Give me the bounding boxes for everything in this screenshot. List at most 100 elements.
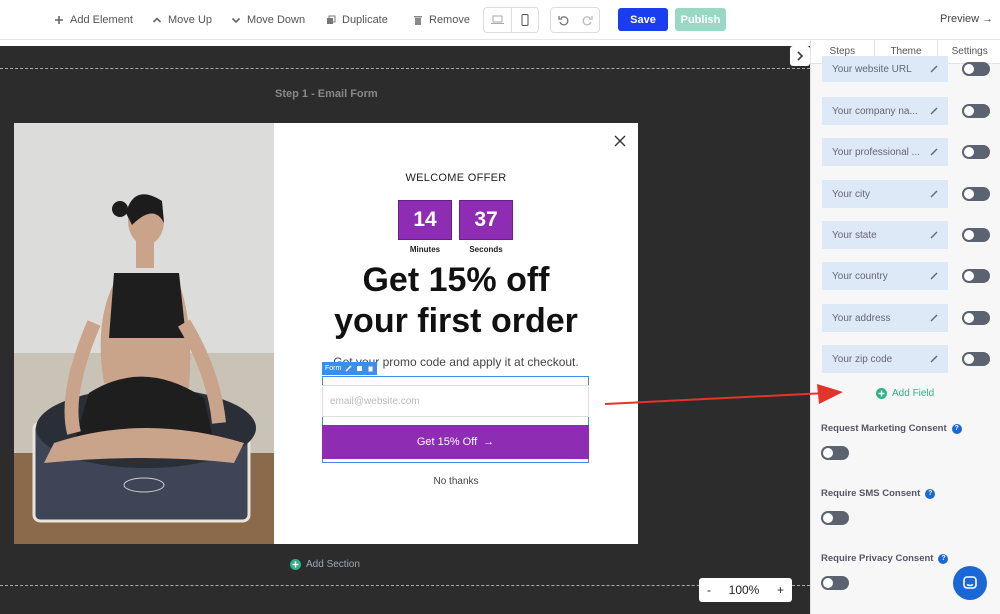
field-toggle[interactable] <box>962 187 990 201</box>
add-section-button[interactable]: Add Section <box>290 559 360 570</box>
pencil-icon[interactable] <box>345 365 352 372</box>
minutes-label: Minutes <box>409 245 441 254</box>
help-icon[interactable]: ? <box>938 553 949 564</box>
zoom-in-button[interactable]: + <box>777 583 784 597</box>
trash-icon[interactable] <box>367 365 374 372</box>
section-divider <box>0 585 810 586</box>
zoom-level: 100% <box>728 583 760 597</box>
move-down-button[interactable]: Move Down <box>231 12 305 28</box>
field-toggle[interactable] <box>962 228 990 242</box>
timer-minutes: 14 <box>398 200 452 240</box>
pencil-icon[interactable] <box>930 107 938 115</box>
email-placeholder: email@website.com <box>330 395 420 407</box>
marketing-consent-toggle[interactable] <box>821 446 849 460</box>
form-tag[interactable]: Form <box>322 362 378 375</box>
field-item[interactable]: Your website URL <box>822 56 948 82</box>
chat-launcher-button[interactable] <box>953 566 987 600</box>
consent-label: Require Privacy Consent <box>821 553 934 564</box>
remove-label: Remove <box>429 14 470 26</box>
plus-circle-icon <box>876 388 887 399</box>
field-item[interactable]: Your state <box>822 221 948 249</box>
seconds-label: Seconds <box>469 245 503 254</box>
get-offer-button[interactable]: Get 15% Off → <box>322 425 589 459</box>
copy-icon[interactable] <box>356 365 363 372</box>
device-toggle <box>483 7 539 33</box>
pencil-icon[interactable] <box>930 65 938 73</box>
sms-consent-label: Require SMS Consent ? <box>821 488 936 499</box>
marketing-consent-label: Request Marketing Consent ? <box>821 423 962 434</box>
field-label: Your company na... <box>832 105 918 117</box>
phone-icon <box>521 14 529 26</box>
headline-line-1: Get 15% off <box>362 261 550 299</box>
field-label: Your state <box>832 229 877 241</box>
laptop-icon <box>490 15 504 24</box>
field-item[interactable]: Your address <box>822 304 948 332</box>
duplicate-button[interactable]: Duplicate <box>326 12 388 28</box>
pencil-icon[interactable] <box>930 355 938 363</box>
redo-icon[interactable] <box>582 15 593 26</box>
consent-label: Require SMS Consent <box>821 488 921 499</box>
remove-button[interactable]: Remove <box>413 12 470 28</box>
duplicate-label: Duplicate <box>342 14 388 26</box>
help-icon[interactable]: ? <box>951 423 962 434</box>
chevron-right-icon <box>797 51 804 61</box>
save-button[interactable]: Save <box>618 8 668 31</box>
add-field-button[interactable]: Add Field <box>876 388 934 399</box>
field-toggle[interactable] <box>962 145 990 159</box>
zoom-out-button[interactable]: - <box>707 583 711 597</box>
collapse-panel-button[interactable] <box>790 46 810 66</box>
field-item[interactable]: Your city <box>822 180 948 208</box>
pencil-icon[interactable] <box>930 190 938 198</box>
field-toggle[interactable] <box>962 104 990 118</box>
field-label: Your zip code <box>832 353 893 365</box>
add-element-label: Add Element <box>70 14 133 26</box>
trash-icon <box>414 16 422 25</box>
move-up-label: Move Up <box>168 14 213 26</box>
plus-icon <box>55 16 63 24</box>
zoom-control: - 100% + <box>699 578 792 602</box>
field-item[interactable]: Your professional ... <box>822 138 948 166</box>
close-icon[interactable] <box>613 134 627 148</box>
pencil-icon[interactable] <box>930 231 938 239</box>
move-down-label: Move Down <box>247 14 306 26</box>
consent-label: Request Marketing Consent <box>821 423 947 434</box>
add-field-label: Add Field <box>892 388 935 399</box>
add-section-label: Add Section <box>306 559 360 570</box>
publish-button[interactable]: Publish <box>675 8 726 31</box>
sms-consent-toggle[interactable] <box>821 511 849 525</box>
pencil-icon[interactable] <box>930 314 938 322</box>
field-label: Your country <box>832 270 888 282</box>
chat-icon <box>963 576 977 589</box>
field-label: Your website URL <box>832 63 912 75</box>
move-up-button[interactable]: Move Up <box>152 12 212 28</box>
undo-icon[interactable] <box>557 15 569 26</box>
privacy-consent-toggle[interactable] <box>821 576 849 590</box>
timer-seconds: 37 <box>459 200 513 240</box>
mobile-view-button[interactable] <box>512 8 539 32</box>
add-element-button[interactable]: Add Element <box>54 12 133 28</box>
preview-link[interactable]: Preview → <box>940 13 993 25</box>
pencil-icon[interactable] <box>930 148 938 156</box>
plus-circle-icon <box>290 559 301 570</box>
field-item[interactable]: Your country <box>822 262 948 290</box>
field-item[interactable]: Your zip code <box>822 345 948 373</box>
field-label: Your city <box>832 188 870 200</box>
desktop-view-button[interactable] <box>484 8 512 32</box>
section-divider <box>0 68 810 69</box>
email-field[interactable]: email@website.com <box>322 385 589 417</box>
no-thanks-link[interactable]: No thanks <box>274 476 638 487</box>
field-item[interactable]: Your company na... <box>822 97 948 125</box>
help-icon[interactable]: ? <box>925 488 936 499</box>
field-toggle[interactable] <box>962 352 990 366</box>
field-toggle[interactable] <box>962 311 990 325</box>
arrow-right-icon: → <box>483 436 495 448</box>
get-offer-label: Get 15% Off <box>416 436 478 448</box>
chevron-up-icon <box>152 17 162 23</box>
chevron-down-icon <box>231 17 241 24</box>
yoga-photo <box>14 123 274 544</box>
field-toggle[interactable] <box>962 269 990 283</box>
settings-panel: Steps Theme Settings Your website URL Yo… <box>810 40 1000 614</box>
field-toggle[interactable] <box>962 62 990 76</box>
pencil-icon[interactable] <box>930 272 938 280</box>
popup-preview[interactable]: WELCOME OFFER 14 37 Minutes Seconds Get … <box>14 123 638 544</box>
